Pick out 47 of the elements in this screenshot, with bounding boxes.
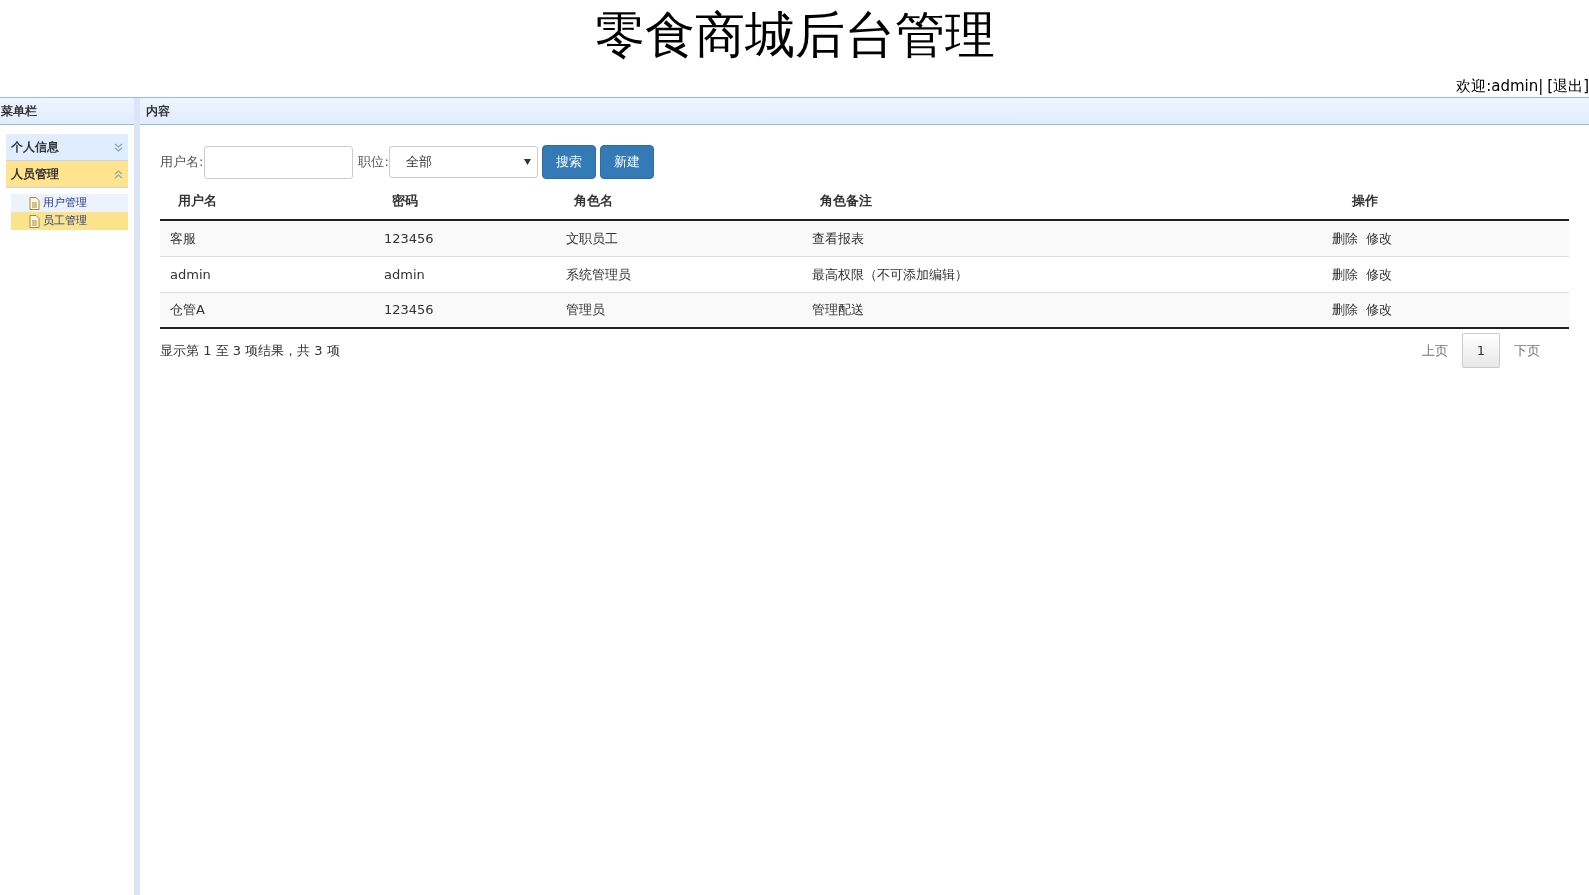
table-cell-text: 管理员 (565, 301, 606, 320)
table-cell-text: 最高权限（不可添加编辑） (811, 265, 969, 284)
table-cell-text: 仓管A (169, 301, 206, 320)
table-cell-text: 系统管理员 (565, 265, 632, 284)
prev-page-link[interactable]: 上页 (1408, 340, 1462, 361)
results-summary: 显示第 1 至 3 项结果，共 3 项 (160, 341, 340, 360)
delete-link[interactable]: 删除 (1332, 264, 1358, 285)
table-cell-text: 客服 (169, 229, 197, 248)
column-header: 角色名 (573, 192, 614, 211)
next-page-link[interactable]: 下页 (1500, 340, 1554, 361)
table-cell-text: 查看报表 (811, 229, 865, 248)
welcome-text: 欢迎:admin| (1456, 75, 1544, 97)
table-cell-text: 文职员工 (565, 229, 619, 248)
table-cell-text: 管理配送 (811, 301, 865, 320)
edit-link[interactable]: 修改 (1366, 228, 1392, 249)
role-select[interactable]: 全部 (388, 146, 538, 178)
column-header: 操作 (1351, 192, 1379, 211)
chevron-down-icon (114, 142, 123, 152)
delete-link[interactable]: 删除 (1332, 300, 1358, 320)
logout-link[interactable]: [退出] (1547, 74, 1589, 97)
column-header: 密码 (391, 192, 419, 211)
tree-item[interactable]: 员工管理 (11, 212, 128, 230)
table-cell-text: admin (169, 265, 212, 284)
document-icon (29, 196, 40, 210)
dropdown-arrow-icon (523, 159, 531, 165)
edit-link[interactable]: 修改 (1366, 300, 1392, 320)
chevron-up-icon (114, 169, 123, 179)
sidebar-header: 菜单栏 (0, 98, 134, 125)
username-field[interactable] (204, 145, 354, 179)
column-header: 角色备注 (819, 192, 873, 211)
edit-link[interactable]: 修改 (1366, 264, 1392, 285)
delete-link[interactable]: 删除 (1332, 228, 1358, 249)
table-cell-text: 123456 (383, 229, 435, 248)
username-label: 用户名: (160, 153, 204, 172)
new-button[interactable]: 新建 (599, 145, 654, 179)
table-cell-text: admin (383, 265, 426, 284)
table-cell-text: 123456 (383, 301, 435, 320)
search-button[interactable]: 搜索 (541, 145, 596, 179)
role-label: 职位: (358, 153, 389, 172)
tree-item[interactable]: 用户管理 (11, 194, 128, 212)
page-title: 零食商城后台管理 (594, 5, 995, 66)
accordion-header[interactable]: 个人信息 (6, 134, 128, 161)
page-button[interactable]: 1 (1462, 333, 1500, 368)
accordion-header[interactable]: 人员管理 (6, 161, 128, 188)
column-header: 用户名 (177, 192, 218, 211)
document-icon (29, 214, 40, 228)
content-header: 内容 (140, 98, 1589, 125)
